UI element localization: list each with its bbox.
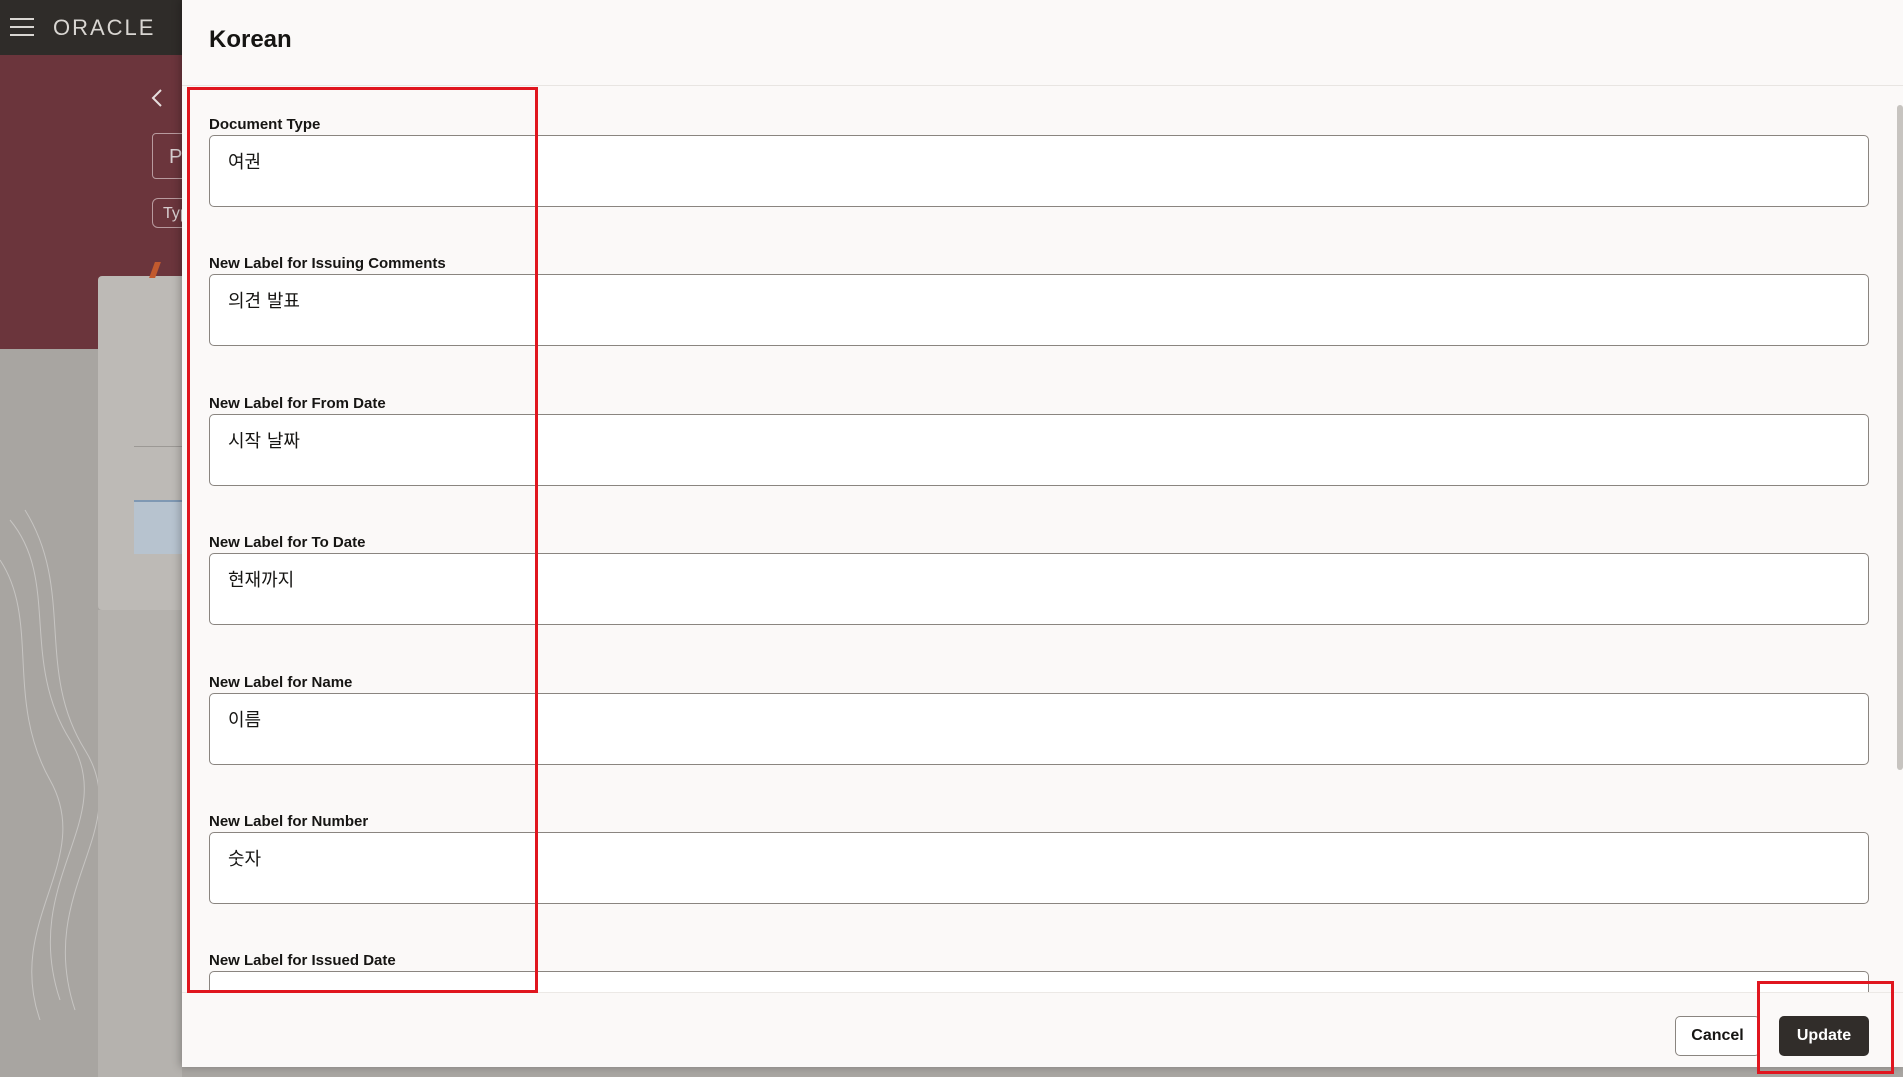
- cancel-button[interactable]: Cancel: [1675, 1016, 1760, 1056]
- number-input[interactable]: 숫자: [209, 832, 1869, 904]
- field-label: New Label for Issuing Comments: [209, 255, 446, 272]
- oracle-logo: ORACLE: [53, 15, 156, 40]
- field-label: Document Type: [209, 116, 321, 133]
- update-button[interactable]: Update: [1779, 1016, 1869, 1056]
- issuing-comments-field: New Label for Issuing Comments 의견 발표: [209, 254, 1869, 346]
- document-type-input[interactable]: 여권: [209, 135, 1869, 207]
- card-divider: [134, 446, 182, 447]
- from-date-field: New Label for From Date 시작 날짜: [209, 394, 1869, 486]
- name-input[interactable]: 이름: [209, 693, 1869, 765]
- background-panel: [98, 610, 182, 1077]
- search-input[interactable]: P: [152, 133, 182, 179]
- menu-icon[interactable]: [10, 18, 34, 36]
- background-card: [98, 276, 182, 610]
- field-label: New Label for From Date: [209, 395, 386, 412]
- from-date-input[interactable]: 시작 날짜: [209, 414, 1869, 486]
- drawer-footer: Cancel Update: [182, 992, 1903, 1067]
- drawer-title: Korean: [209, 26, 292, 53]
- document-type-field: Document Type 여권: [209, 115, 1869, 207]
- field-label: New Label for Number: [209, 813, 369, 830]
- global-header: ORACLE: [0, 0, 182, 55]
- issued-date-input[interactable]: [209, 971, 1869, 992]
- field-label: New Label for Name: [209, 674, 353, 691]
- number-field: New Label for Number 숫자: [209, 812, 1869, 904]
- form-body[interactable]: Document Type 여권 New Label for Issuing C…: [182, 87, 1903, 992]
- field-label: New Label for To Date: [209, 534, 366, 551]
- background-app: ORACLE P Typ: [0, 0, 182, 1077]
- contour-pattern-decoration: [0, 509, 100, 1020]
- card-selected-row: [134, 500, 182, 554]
- name-field: New Label for Name 이름: [209, 673, 1869, 765]
- scrollbar[interactable]: [1897, 105, 1903, 770]
- field-label: New Label for Issued Date: [209, 952, 396, 969]
- korean-translation-drawer: Korean Document Type 여권 New Label for Is…: [182, 0, 1903, 1067]
- back-chevron-icon[interactable]: [150, 88, 164, 108]
- to-date-field: New Label for To Date 현재까지: [209, 533, 1869, 625]
- drawer-header: Korean: [182, 0, 1903, 86]
- issued-date-field: New Label for Issued Date: [209, 951, 1869, 992]
- issuing-comments-input[interactable]: 의견 발표: [209, 274, 1869, 346]
- to-date-input[interactable]: 현재까지: [209, 553, 1869, 625]
- type-filter-chip[interactable]: Typ: [152, 198, 182, 228]
